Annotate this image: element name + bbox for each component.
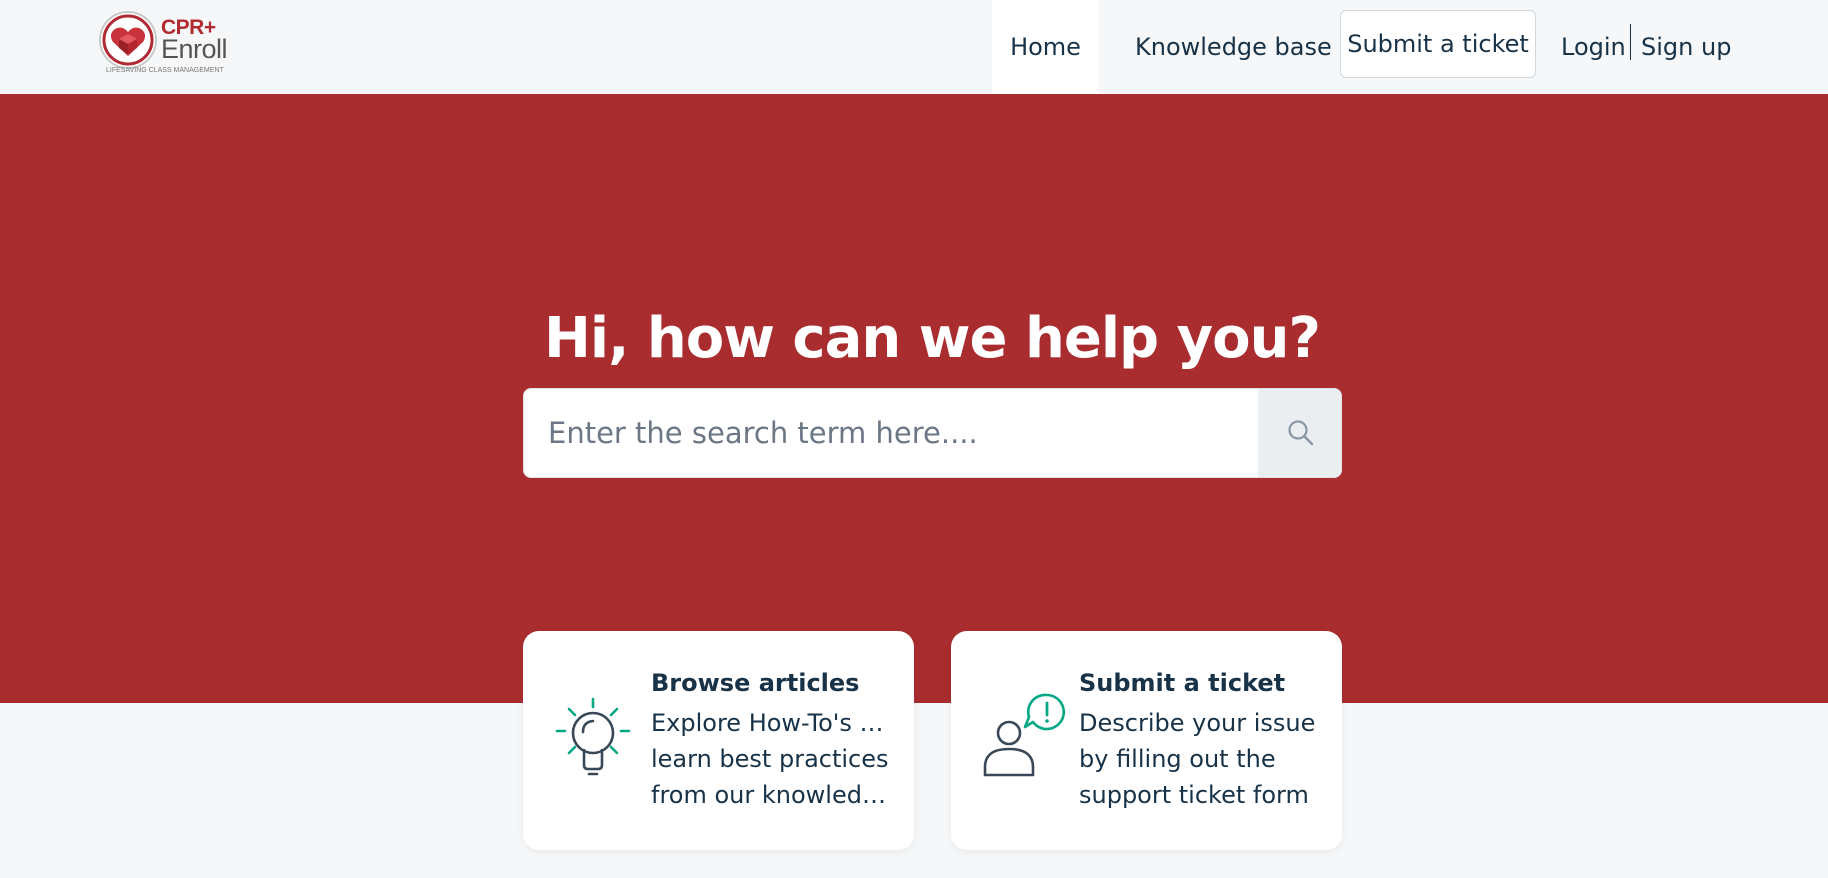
hero-title: Hi, how can we help you? <box>544 306 1321 371</box>
browse-desc-line: Explore How-To's and <box>651 709 896 737</box>
search-input[interactable] <box>524 389 1258 477</box>
search-button[interactable] <box>1258 389 1341 477</box>
ticket-desc-line: Describe your issue <box>1079 709 1316 737</box>
search-bar <box>523 388 1342 478</box>
ticket-desc-line: support ticket form <box>1079 781 1309 809</box>
search-icon <box>1287 420 1313 446</box>
nav-divider <box>1630 24 1631 60</box>
browse-desc-line: from our knowledge... <box>651 781 896 809</box>
submit-ticket-description: Describe your issue by filling out the s… <box>1079 705 1324 813</box>
logo-brand-bottom: Enroll <box>161 34 228 64</box>
submit-ticket-card[interactable]: Submit a ticket Describe your issue by f… <box>951 631 1342 850</box>
submit-ticket-title: Submit a ticket <box>1079 669 1286 697</box>
nav-knowledge-base[interactable]: Knowledge base <box>1135 0 1332 94</box>
logo-tagline: LIFESAVING CLASS MANAGEMENT <box>106 67 224 74</box>
browse-articles-description: Explore How-To's and learn best practice… <box>651 705 896 813</box>
cpr-enroll-logo[interactable]: CPR+ Enroll LIFESAVING CLASS MANAGEMENT <box>98 10 238 80</box>
nav-sign-up[interactable]: Sign up <box>1641 0 1731 94</box>
browse-articles-title: Browse articles <box>651 669 860 697</box>
heart-cube-logo-icon <box>99 11 157 69</box>
browse-articles-card[interactable]: Browse articles Explore How-To's and lea… <box>523 631 914 850</box>
person-alert-icon <box>983 693 1066 777</box>
site-header: CPR+ Enroll LIFESAVING CLASS MANAGEMENT … <box>0 0 1828 94</box>
nav-home[interactable]: Home <box>992 0 1099 94</box>
ticket-desc-line: by filling out the <box>1079 745 1276 773</box>
nav-submit-ticket-button[interactable]: Submit a ticket <box>1340 10 1536 78</box>
browse-desc-line: learn best practices <box>651 745 889 773</box>
nav-login[interactable]: Login <box>1561 0 1626 94</box>
lightbulb-icon <box>555 697 631 776</box>
